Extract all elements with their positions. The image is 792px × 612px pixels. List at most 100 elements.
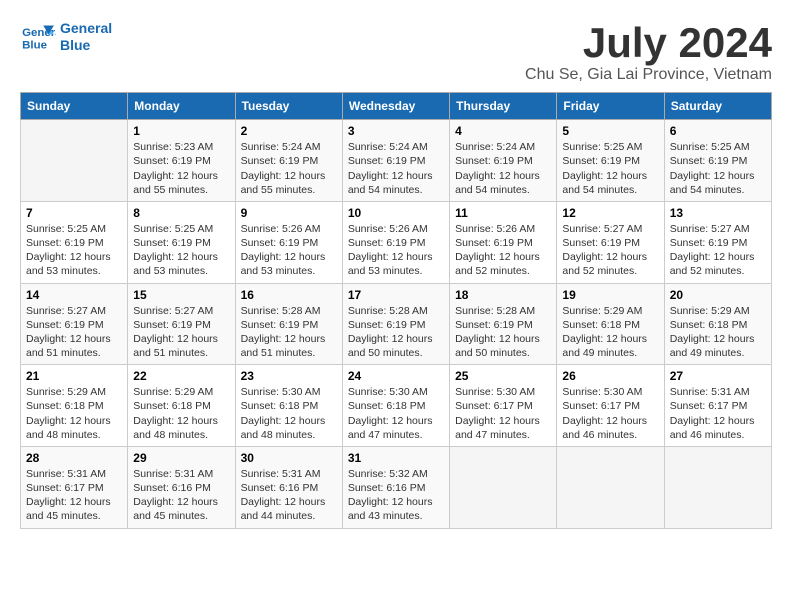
calendar-cell: 24 Sunrise: 5:30 AM Sunset: 6:18 PM Dayli… <box>342 365 449 447</box>
day-number: 16 <box>241 288 337 302</box>
calendar-cell <box>450 446 557 528</box>
week-row-4: 21 Sunrise: 5:29 AM Sunset: 6:18 PM Dayli… <box>21 365 772 447</box>
calendar-cell: 27Sunrise: 5:31 AM Sunset: 6:17 PM Dayli… <box>664 365 771 447</box>
week-row-5: 28 Sunrise: 5:31 AM Sunset: 6:17 PM Dayli… <box>21 446 772 528</box>
weekday-header-friday: Friday <box>557 93 664 120</box>
svg-text:Blue: Blue <box>22 39 47 51</box>
day-info: Sunrise: 5:31 AM Sunset: 6:16 PM Dayligh… <box>241 467 337 524</box>
day-number: 24 <box>348 369 444 383</box>
calendar-cell: 9Sunrise: 5:26 AM Sunset: 6:19 PM Daylig… <box>235 201 342 283</box>
day-number: 21 <box>26 369 122 383</box>
calendar-cell <box>21 120 128 202</box>
day-number: 7 <box>26 206 122 220</box>
calendar-header: SundayMondayTuesdayWednesdayThursdayFrid… <box>21 93 772 120</box>
day-number: 15 <box>133 288 229 302</box>
calendar-cell: 10 Sunrise: 5:26 AM Sunset: 6:19 PM Dayli… <box>342 201 449 283</box>
day-info: Sunrise: 5:27 AM Sunset: 6:19 PM Dayligh… <box>670 222 766 279</box>
week-row-1: 1Sunrise: 5:23 AM Sunset: 6:19 PM Daylig… <box>21 120 772 202</box>
day-info: Sunrise: 5:28 AM Sunset: 6:19 PM Dayligh… <box>455 304 551 361</box>
calendar-cell: 16 Sunrise: 5:28 AM Sunset: 6:19 PM Dayli… <box>235 283 342 365</box>
day-info: Sunrise: 5:30 AM Sunset: 6:18 PM Dayligh… <box>348 385 444 442</box>
day-info: Sunrise: 5:24 AM Sunset: 6:19 PM Dayligh… <box>241 140 337 197</box>
calendar-cell: 22 Sunrise: 5:29 AM Sunset: 6:18 PM Dayli… <box>128 365 235 447</box>
calendar-cell <box>557 446 664 528</box>
calendar-cell: 2 Sunrise: 5:24 AM Sunset: 6:19 PM Daylig… <box>235 120 342 202</box>
day-number: 22 <box>133 369 229 383</box>
day-number: 10 <box>348 206 444 220</box>
day-number: 8 <box>133 206 229 220</box>
calendar-cell: 18Sunrise: 5:28 AM Sunset: 6:19 PM Dayli… <box>450 283 557 365</box>
day-info: Sunrise: 5:27 AM Sunset: 6:19 PM Dayligh… <box>562 222 658 279</box>
weekday-row: SundayMondayTuesdayWednesdayThursdayFrid… <box>21 93 772 120</box>
week-row-2: 7 Sunrise: 5:25 AM Sunset: 6:19 PM Daylig… <box>21 201 772 283</box>
calendar-cell: 21 Sunrise: 5:29 AM Sunset: 6:18 PM Dayli… <box>21 365 128 447</box>
day-info: Sunrise: 5:26 AM Sunset: 6:19 PM Dayligh… <box>241 222 337 279</box>
day-number: 26 <box>562 369 658 383</box>
calendar-cell: 31 Sunrise: 5:32 AM Sunset: 6:16 PM Dayli… <box>342 446 449 528</box>
weekday-header-monday: Monday <box>128 93 235 120</box>
day-info: Sunrise: 5:27 AM Sunset: 6:19 PM Dayligh… <box>26 304 122 361</box>
day-info: Sunrise: 5:26 AM Sunset: 6:19 PM Dayligh… <box>348 222 444 279</box>
day-info: Sunrise: 5:31 AM Sunset: 6:16 PM Dayligh… <box>133 467 229 524</box>
calendar-cell: 17 Sunrise: 5:28 AM Sunset: 6:19 PM Dayli… <box>342 283 449 365</box>
weekday-header-saturday: Saturday <box>664 93 771 120</box>
day-number: 25 <box>455 369 551 383</box>
day-info: Sunrise: 5:29 AM Sunset: 6:18 PM Dayligh… <box>26 385 122 442</box>
day-info: Sunrise: 5:25 AM Sunset: 6:19 PM Dayligh… <box>562 140 658 197</box>
header: General Blue General Blue July 2024 Chu … <box>20 20 772 84</box>
day-info: Sunrise: 5:30 AM Sunset: 6:18 PM Dayligh… <box>241 385 337 442</box>
location: Chu Se, Gia Lai Province, Vietnam <box>525 66 772 84</box>
calendar-cell: 11Sunrise: 5:26 AM Sunset: 6:19 PM Dayli… <box>450 201 557 283</box>
day-number: 2 <box>241 124 337 138</box>
calendar-cell: 19 Sunrise: 5:29 AM Sunset: 6:18 PM Dayli… <box>557 283 664 365</box>
day-number: 28 <box>26 451 122 465</box>
calendar-cell: 7 Sunrise: 5:25 AM Sunset: 6:19 PM Daylig… <box>21 201 128 283</box>
weekday-header-wednesday: Wednesday <box>342 93 449 120</box>
calendar-cell: 30 Sunrise: 5:31 AM Sunset: 6:16 PM Dayli… <box>235 446 342 528</box>
day-number: 4 <box>455 124 551 138</box>
weekday-header-tuesday: Tuesday <box>235 93 342 120</box>
day-number: 11 <box>455 206 551 220</box>
calendar-cell: 23 Sunrise: 5:30 AM Sunset: 6:18 PM Dayli… <box>235 365 342 447</box>
day-info: Sunrise: 5:29 AM Sunset: 6:18 PM Dayligh… <box>133 385 229 442</box>
logo-text: General Blue <box>60 20 112 54</box>
day-number: 1 <box>133 124 229 138</box>
day-info: Sunrise: 5:25 AM Sunset: 6:19 PM Dayligh… <box>26 222 122 279</box>
day-info: Sunrise: 5:27 AM Sunset: 6:19 PM Dayligh… <box>133 304 229 361</box>
weekday-header-thursday: Thursday <box>450 93 557 120</box>
day-number: 12 <box>562 206 658 220</box>
day-info: Sunrise: 5:32 AM Sunset: 6:16 PM Dayligh… <box>348 467 444 524</box>
day-number: 27 <box>670 369 766 383</box>
calendar-cell: 20Sunrise: 5:29 AM Sunset: 6:18 PM Dayli… <box>664 283 771 365</box>
day-info: Sunrise: 5:30 AM Sunset: 6:17 PM Dayligh… <box>455 385 551 442</box>
calendar-cell: 15 Sunrise: 5:27 AM Sunset: 6:19 PM Dayli… <box>128 283 235 365</box>
day-info: Sunrise: 5:28 AM Sunset: 6:19 PM Dayligh… <box>348 304 444 361</box>
day-info: Sunrise: 5:29 AM Sunset: 6:18 PM Dayligh… <box>562 304 658 361</box>
day-number: 31 <box>348 451 444 465</box>
day-info: Sunrise: 5:25 AM Sunset: 6:19 PM Dayligh… <box>670 140 766 197</box>
day-info: Sunrise: 5:29 AM Sunset: 6:18 PM Dayligh… <box>670 304 766 361</box>
day-number: 3 <box>348 124 444 138</box>
day-number: 23 <box>241 369 337 383</box>
day-number: 13 <box>670 206 766 220</box>
calendar-cell: 8 Sunrise: 5:25 AM Sunset: 6:19 PM Daylig… <box>128 201 235 283</box>
day-info: Sunrise: 5:31 AM Sunset: 6:17 PM Dayligh… <box>26 467 122 524</box>
day-number: 6 <box>670 124 766 138</box>
day-info: Sunrise: 5:30 AM Sunset: 6:17 PM Dayligh… <box>562 385 658 442</box>
calendar-cell: 12 Sunrise: 5:27 AM Sunset: 6:19 PM Dayli… <box>557 201 664 283</box>
day-info: Sunrise: 5:25 AM Sunset: 6:19 PM Dayligh… <box>133 222 229 279</box>
calendar-cell: 1Sunrise: 5:23 AM Sunset: 6:19 PM Daylig… <box>128 120 235 202</box>
day-info: Sunrise: 5:28 AM Sunset: 6:19 PM Dayligh… <box>241 304 337 361</box>
day-number: 14 <box>26 288 122 302</box>
logo-icon: General Blue <box>20 22 56 52</box>
day-info: Sunrise: 5:24 AM Sunset: 6:19 PM Dayligh… <box>455 140 551 197</box>
month-title: July 2024 <box>525 20 772 66</box>
day-number: 17 <box>348 288 444 302</box>
day-number: 30 <box>241 451 337 465</box>
calendar-cell: 14 Sunrise: 5:27 AM Sunset: 6:19 PM Dayli… <box>21 283 128 365</box>
calendar-cell <box>664 446 771 528</box>
calendar-cell: 13 Sunrise: 5:27 AM Sunset: 6:19 PM Dayli… <box>664 201 771 283</box>
day-number: 19 <box>562 288 658 302</box>
calendar-cell: 4 Sunrise: 5:24 AM Sunset: 6:19 PM Daylig… <box>450 120 557 202</box>
calendar-cell: 29Sunrise: 5:31 AM Sunset: 6:16 PM Dayli… <box>128 446 235 528</box>
